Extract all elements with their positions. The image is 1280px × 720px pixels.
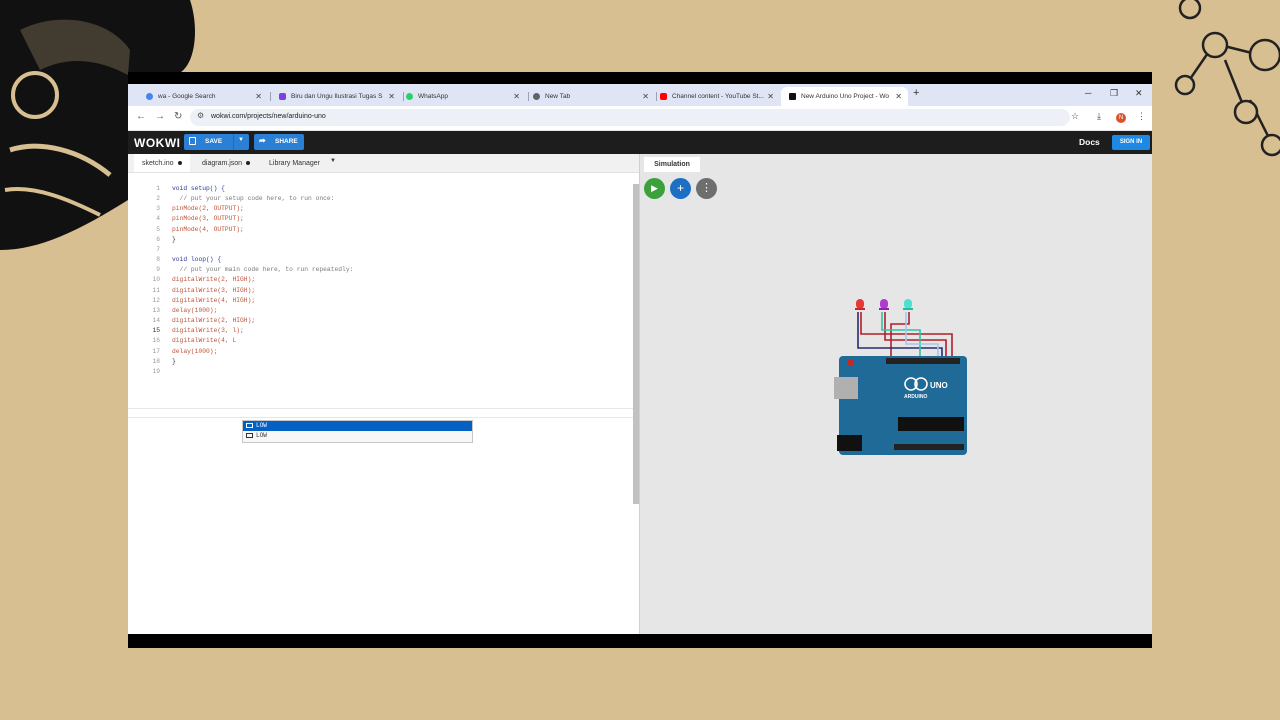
browser-tab[interactable]: wa - Google Search ✕ — [138, 87, 268, 106]
url-field[interactable]: ⚙ wokwi.com/projects/new/arduino-uno — [190, 109, 1070, 126]
decorative-molecule-right — [1174, 0, 1280, 157]
bookmark-star-icon[interactable]: ☆ — [1071, 111, 1079, 122]
browser-tab-active[interactable]: New Arduino Uno Project - Wo ✕ — [781, 87, 908, 106]
constant-icon — [246, 422, 253, 428]
wokwi-logo[interactable]: WOKWI — [134, 136, 181, 150]
code-line: delay(1000); — [172, 306, 218, 314]
share-icon: ➦ — [259, 136, 266, 145]
browser-menu-icon[interactable]: ⋮ — [1137, 111, 1146, 122]
browser-tab-strip: wa - Google Search ✕ Biru dan Ungu Ilust… — [128, 84, 1152, 106]
wokwi-header: WOKWI SAVE ▼ ➦ SHARE Docs SIGN IN — [128, 131, 1152, 154]
chrome-icon — [533, 93, 540, 100]
close-tab-icon[interactable]: ✕ — [767, 92, 774, 101]
tab-diagram-json[interactable]: diagram.json — [202, 154, 251, 172]
code-line: pinMode(2, OUTPUT); — [172, 205, 244, 213]
code-text[interactable]: void setup() { // put your setup code he… — [172, 184, 353, 377]
led-red[interactable] — [855, 299, 865, 310]
more-vertical-icon: ⋮ — [701, 182, 712, 194]
new-tab-button[interactable]: + — [913, 87, 919, 99]
close-tab-icon[interactable]: ✕ — [895, 92, 902, 101]
code-line: ​ — [172, 245, 353, 255]
browser-window: wa - Google Search ✕ Biru dan Ungu Ilust… — [128, 84, 1152, 634]
code-line: pinMode(4, OUTPUT); — [172, 225, 244, 233]
code-line: } — [172, 357, 176, 365]
close-window-icon[interactable]: ✕ — [1135, 88, 1143, 99]
add-part-button[interactable]: + — [670, 178, 691, 199]
save-dropdown-icon[interactable]: ▼ — [238, 137, 244, 143]
browser-tab[interactable]: Channel content - YouTube St... ✕ — [652, 87, 780, 106]
save-button[interactable]: SAVE ▼ — [184, 134, 249, 150]
code-line: delay(1000); — [172, 347, 218, 355]
canva-icon — [279, 93, 286, 100]
forward-icon[interactable]: → — [155, 111, 165, 122]
arduino-circuit[interactable]: UNO ARDUINO — [834, 294, 969, 459]
unsaved-dot-icon — [177, 161, 182, 165]
led-cyan[interactable] — [903, 299, 913, 310]
wokwi-icon — [789, 93, 796, 100]
screen-recording-frame: wa - Google Search ✕ Biru dan Ungu Ilust… — [128, 72, 1152, 648]
browser-tab[interactable]: WhatsApp ✕ — [398, 87, 526, 106]
board-model-label: UNO — [930, 381, 948, 390]
current-line-highlight — [128, 408, 633, 418]
code-line: void loop() { — [172, 256, 222, 264]
code-line-current: digitalWrite(3, l); — [172, 327, 244, 335]
code-line: digitalWrite(4, HIGH); — [172, 296, 256, 304]
play-icon: ▶ — [651, 183, 658, 193]
plus-icon: + — [676, 181, 684, 195]
more-options-button[interactable]: ⋮ — [696, 178, 717, 199]
download-icon[interactable]: ⤓ — [1097, 111, 1101, 122]
code-line: digitalWrite(3, HIGH); — [172, 286, 256, 294]
code-line: ​ — [172, 367, 353, 377]
line-numbers: 1 2 3 4 5 6 7 8 9 10 11 12 13 14 15 16 17 18 19 — [152, 185, 160, 375]
code-editor-pane: sketch.ino diagram.json Library Manager … — [128, 154, 640, 634]
save-icon — [189, 137, 196, 145]
led-purple[interactable] — [879, 299, 889, 310]
unsaved-dot-icon — [246, 161, 251, 165]
site-info-icon[interactable]: ⚙ — [197, 111, 204, 120]
address-bar-row: ← → ↻ ⚙ wokwi.com/projects/new/arduino-u… — [128, 106, 1152, 131]
code-line: void setup() { — [172, 185, 225, 192]
autocomplete-popup: LOW LOW — [242, 420, 473, 443]
close-tab-icon[interactable]: ✕ — [255, 92, 262, 101]
google-icon — [146, 93, 153, 100]
editor-tabs-dropdown-icon[interactable]: ▼ — [330, 158, 336, 164]
code-line: digitalWrite(2, HIGH); — [172, 276, 256, 284]
constant-icon — [246, 432, 253, 438]
browser-tab[interactable]: Biru dan Ungu Ilustrasi Tugas S ✕ — [271, 87, 401, 106]
editor-tabs: sketch.ino diagram.json Library Manager … — [128, 154, 640, 173]
tab-simulation[interactable]: Simulation — [644, 157, 700, 172]
code-line: } — [172, 235, 176, 243]
code-line: // put your setup code here, to run once… — [172, 195, 335, 203]
board-brand-label: ARDUINO — [904, 394, 927, 400]
sign-in-button[interactable]: SIGN IN — [1112, 135, 1150, 150]
close-tab-icon[interactable]: ✕ — [388, 92, 395, 101]
simulation-pane: Simulation ▶ + ⋮ UNO ARDUINO — [640, 154, 1152, 634]
code-line: // put your main code here, to run repea… — [172, 266, 354, 274]
arduino-uno-board[interactable]: UNO ARDUINO — [834, 356, 967, 455]
simulation-tabs: Simulation — [640, 154, 1152, 172]
autocomplete-item[interactable]: LOW — [243, 431, 472, 441]
close-tab-icon[interactable]: ✕ — [513, 92, 520, 101]
whatsapp-icon — [406, 93, 413, 100]
reload-icon[interactable]: ↻ — [174, 111, 182, 122]
youtube-icon — [660, 93, 667, 100]
frame-bottom-bar — [128, 634, 1152, 648]
minimize-icon[interactable]: ─ — [1085, 88, 1091, 98]
code-line: digitalWrite(4, L — [172, 337, 237, 345]
profile-avatar[interactable]: N — [1116, 113, 1126, 123]
back-icon[interactable]: ← — [136, 111, 146, 122]
start-simulation-button[interactable]: ▶ — [644, 178, 665, 199]
tab-sketch-ino[interactable]: sketch.ino — [134, 154, 190, 172]
docs-link[interactable]: Docs — [1079, 137, 1100, 147]
tab-library-manager[interactable]: Library Manager — [269, 154, 320, 172]
close-tab-icon[interactable]: ✕ — [642, 92, 649, 101]
share-button[interactable]: ➦ SHARE — [254, 134, 304, 150]
autocomplete-item-selected[interactable]: LOW — [243, 421, 472, 431]
browser-tab[interactable]: New Tab ✕ — [525, 87, 655, 106]
code-line: pinMode(3, OUTPUT); — [172, 215, 244, 223]
restore-icon[interactable]: ❐ — [1110, 88, 1118, 99]
code-line: digitalWrite(2, HIGH); — [172, 317, 256, 325]
